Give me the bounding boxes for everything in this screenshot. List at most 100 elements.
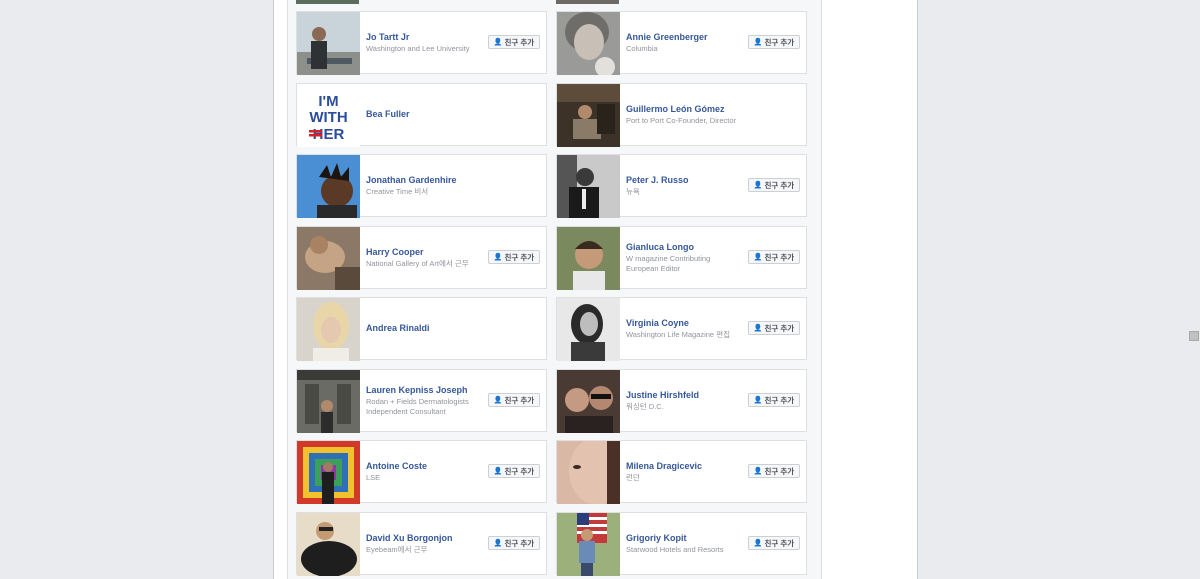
friend-card: Justine Hirshfeld 워싱턴 D.C. 👤 친구 추가 <box>556 369 807 433</box>
person-name[interactable]: Jonathan Gardenhire <box>366 175 486 186</box>
add-friend-label: 친구 추가 <box>764 466 795 476</box>
person-name[interactable]: Lauren Kepniss Joseph <box>366 385 486 396</box>
avatar[interactable] <box>557 12 620 75</box>
add-friend-icon: 👤 <box>493 540 503 547</box>
add-friend-button[interactable]: 👤 친구 추가 <box>488 464 540 478</box>
person-name[interactable]: David Xu Borgonjon <box>366 533 486 544</box>
friend-card: Antoine Coste LSE 👤 친구 추가 <box>296 440 547 504</box>
avatar[interactable] <box>557 227 620 290</box>
add-friend-icon: 👤 <box>753 39 763 46</box>
add-friend-button[interactable]: 👤 친구 추가 <box>748 464 800 478</box>
person-detail: Creative Time 비서 <box>366 186 429 196</box>
add-friend-button[interactable]: 👤 친구 추가 <box>748 536 800 550</box>
add-friend-label: 친구 추가 <box>504 538 535 548</box>
friend-card: Gianluca Longo W magazine Contributing E… <box>556 226 807 290</box>
friend-card: Jo Tartt Jr Washington and Lee Universit… <box>296 11 547 75</box>
scrollbar-thumb[interactable] <box>1189 331 1199 341</box>
add-friend-button[interactable]: 👤 친구 추가 <box>488 35 540 49</box>
avatar-im-with-her[interactable]: I'M WITH HER <box>297 84 360 147</box>
person-name[interactable]: Harry Cooper <box>366 247 486 258</box>
add-friend-label: 친구 추가 <box>764 180 795 190</box>
add-friend-button[interactable]: 👤 친구 추가 <box>748 321 800 335</box>
add-friend-icon: 👤 <box>753 468 763 475</box>
add-friend-button[interactable]: 👤 친구 추가 <box>748 178 800 192</box>
person-name[interactable]: Andrea Rinaldi <box>366 323 486 334</box>
friend-card: Guillermo León Gómez Port to Port Co-Fou… <box>556 83 807 147</box>
person-detail: Washington and Lee University <box>366 43 470 53</box>
add-friend-label: 친구 추가 <box>504 395 535 405</box>
person-detail: W magazine Contributing <box>626 253 711 263</box>
add-friend-button[interactable]: 👤 친구 추가 <box>488 250 540 264</box>
person-name[interactable]: Bea Fuller <box>366 109 486 120</box>
person-name[interactable]: Guillermo León Gómez <box>626 104 746 115</box>
avatar[interactable] <box>557 370 620 433</box>
person-name[interactable]: Annie Greenberger <box>626 32 746 43</box>
friend-card: I'M WITH HER Bea Fuller <box>296 83 547 147</box>
friend-card: Lauren Kepniss Joseph Rodan + Fields Der… <box>296 369 547 433</box>
person-name[interactable]: Jo Tartt Jr <box>366 32 486 43</box>
friend-card: Harry Cooper National Gallery of Art에서 근… <box>296 226 547 290</box>
add-friend-button[interactable]: 👤 친구 추가 <box>488 536 540 550</box>
person-detail: LSE <box>366 472 381 482</box>
person-detail: Eyebeam에서 근무 <box>366 544 428 554</box>
friend-card: Grigoriy Kopit Starwood Hotels and Resor… <box>556 512 807 576</box>
friend-card: Milena Dragicevic 런던 👤 친구 추가 <box>556 440 807 504</box>
add-friend-label: 친구 추가 <box>504 37 535 47</box>
person-detail: National Gallery of Art에서 근무 <box>366 258 469 268</box>
avatar[interactable] <box>557 84 620 147</box>
add-friend-button[interactable]: 👤 친구 추가 <box>748 250 800 264</box>
person-name[interactable]: Peter J. Russo <box>626 175 746 186</box>
person-detail: Starwood Hotels and Resorts <box>626 544 724 554</box>
add-friend-icon: 👤 <box>753 397 763 404</box>
person-detail: 런던 <box>626 472 640 482</box>
avatar[interactable] <box>557 441 620 504</box>
friend-card: Andrea Rinaldi <box>296 297 547 361</box>
avatar[interactable] <box>297 370 360 433</box>
add-friend-button[interactable]: 👤 친구 추가 <box>748 35 800 49</box>
add-friend-icon: 👤 <box>753 182 763 189</box>
add-friend-label: 친구 추가 <box>764 323 795 333</box>
person-name[interactable]: Milena Dragicevic <box>626 461 746 472</box>
person-detail: European Editor <box>626 263 681 273</box>
add-friend-icon: 👤 <box>493 39 503 46</box>
person-name[interactable]: Antoine Coste <box>366 461 486 472</box>
add-friend-label: 친구 추가 <box>764 252 795 262</box>
avatar[interactable] <box>297 298 360 361</box>
person-name[interactable]: Gianluca Longo <box>626 242 746 253</box>
avatar[interactable] <box>557 155 620 218</box>
add-friend-label: 친구 추가 <box>504 466 535 476</box>
add-friend-button[interactable]: 👤 친구 추가 <box>748 393 800 407</box>
person-detail: Washington Life Magazine 편집 <box>626 329 730 339</box>
add-friend-label: 친구 추가 <box>764 538 795 548</box>
person-detail: Port to Port Co-Founder, Director <box>626 115 737 125</box>
avatar[interactable] <box>297 441 360 504</box>
add-friend-icon: 👤 <box>753 540 763 547</box>
person-detail: Rodan + Fields Dermatologists <box>366 396 469 406</box>
add-friend-icon: 👤 <box>493 397 503 404</box>
avatar-text-line: I'M <box>318 93 338 110</box>
add-friend-label: 친구 추가 <box>764 395 795 405</box>
avatar[interactable] <box>557 298 620 361</box>
avatar-text-line: WITH <box>309 109 347 126</box>
avatar[interactable] <box>297 155 360 218</box>
person-detail: Independent Consultant <box>366 406 446 416</box>
add-friend-button[interactable]: 👤 친구 추가 <box>488 393 540 407</box>
add-friend-icon: 👤 <box>753 325 763 332</box>
friend-card: Virginia Coyne Washington Life Magazine … <box>556 297 807 361</box>
person-detail: 워싱턴 D.C. <box>626 401 664 411</box>
person-name[interactable]: Virginia Coyne <box>626 318 746 329</box>
avatar[interactable] <box>297 12 360 75</box>
friend-suggestion-grid: Jo Tartt Jr Washington and Lee Universit… <box>296 0 810 579</box>
person-detail: Columbia <box>626 43 658 53</box>
person-name[interactable]: Grigoriy Kopit <box>626 533 746 544</box>
friend-card: Peter J. Russo 뉴욕 👤 친구 추가 <box>556 154 807 218</box>
avatar[interactable] <box>297 513 360 576</box>
avatar[interactable] <box>557 513 620 576</box>
add-friend-icon: 👤 <box>493 254 503 261</box>
friend-card: Jonathan Gardenhire Creative Time 비서 <box>296 154 547 218</box>
friend-card: Annie Greenberger Columbia 👤 친구 추가 <box>556 11 807 75</box>
person-name[interactable]: Justine Hirshfeld <box>626 390 746 401</box>
add-friend-icon: 👤 <box>753 254 763 261</box>
avatar[interactable] <box>297 227 360 290</box>
add-friend-icon: 👤 <box>493 468 503 475</box>
